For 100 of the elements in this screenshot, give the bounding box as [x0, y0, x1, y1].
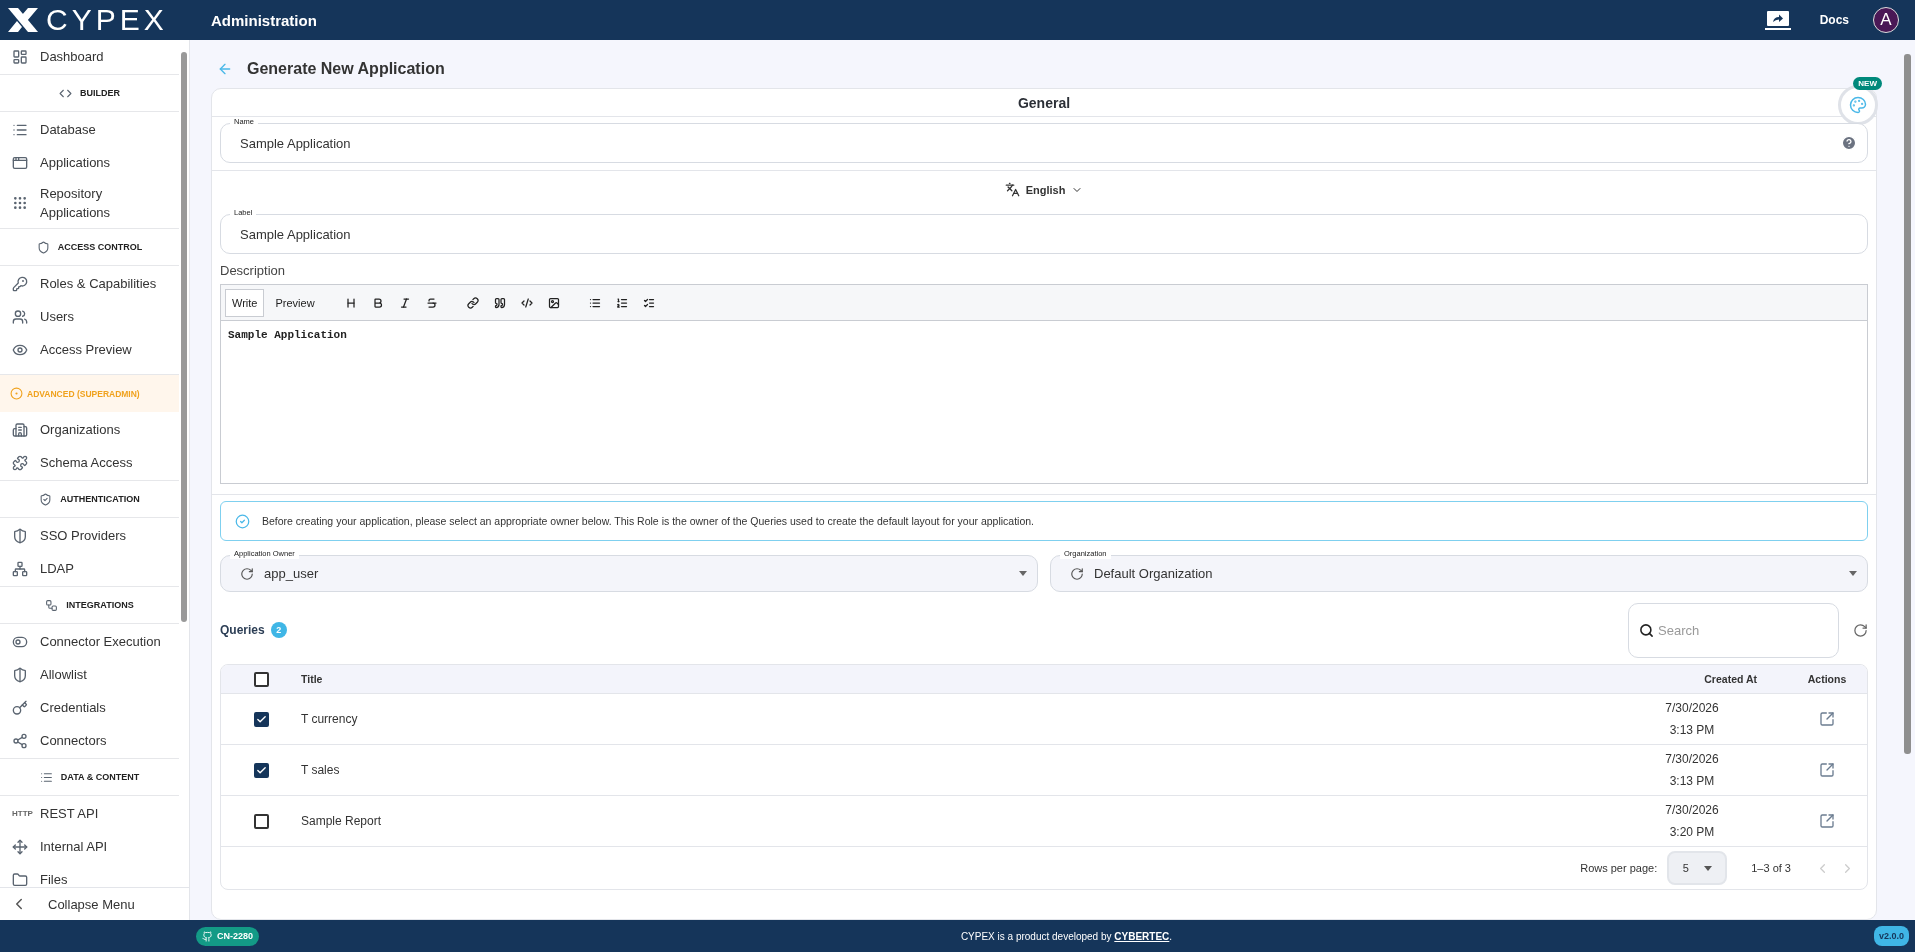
sidebar-item[interactable]: Applications [0, 146, 179, 179]
key-icon [12, 275, 28, 292]
palette-icon [1849, 96, 1867, 114]
language-selector[interactable]: English [998, 181, 1090, 198]
sidebar-item[interactable]: Files [0, 863, 179, 887]
sidebar-item[interactable]: SSO Providers [0, 519, 179, 552]
sidebar-item[interactable]: Credentials [0, 691, 179, 724]
column-header: Title [301, 673, 324, 685]
scrollbar[interactable] [181, 52, 187, 622]
editor-tab[interactable]: Write [225, 288, 265, 317]
rows-per-page-label: Rows per page: [1580, 862, 1658, 874]
table-cell-text: 7/30/2026 3:13 PM [1664, 700, 1720, 739]
shield-icon [12, 527, 28, 544]
key-icon [12, 699, 28, 716]
folder-icon [12, 871, 28, 887]
sidebar-item[interactable]: Roles & Capabilities [0, 267, 179, 300]
section-title: ADVANCED (SUPERADMIN) [27, 388, 140, 399]
table-cell-text: T sales [301, 763, 341, 777]
section-title: BUILDER [80, 88, 120, 98]
puzzle-icon [12, 454, 28, 471]
section-title: INTEGRATIONS [66, 600, 134, 610]
logo-mark-icon [6, 6, 40, 34]
build-badge[interactable]: CN-2280 [196, 926, 260, 946]
checkbox[interactable] [253, 711, 269, 727]
sidebar-item[interactable]: Database [0, 113, 179, 146]
sidebar-item[interactable]: Repository Applications [0, 179, 179, 227]
checkbox[interactable] [253, 813, 269, 829]
dropdown-caret-icon [1849, 571, 1857, 576]
open-external-icon[interactable] [1819, 762, 1835, 778]
table-cell-text: 7/30/2026 3:20 PM [1664, 802, 1720, 841]
arrows-icon [12, 838, 28, 855]
sidebar-item[interactable]: Connectors [0, 724, 179, 757]
grid-icon [12, 195, 28, 211]
sidebar-item[interactable]: Connector Execution [0, 625, 179, 658]
help-icon[interactable] [1841, 135, 1857, 151]
description-label: Description [220, 263, 287, 278]
docs-link[interactable]: Docs [1819, 13, 1849, 27]
section-title: AUTHENTICATION [60, 494, 140, 504]
shield-icon [36, 240, 50, 254]
refresh-icon[interactable] [240, 566, 254, 581]
http-icon: HTTP [12, 807, 34, 820]
open-external-icon[interactable] [1819, 711, 1835, 727]
refresh-button[interactable] [1853, 622, 1868, 638]
sidebar-item[interactable]: Internal API [0, 830, 179, 863]
check-icon [255, 713, 267, 725]
column-header: Actions [1806, 673, 1848, 685]
section-heading: General [1017, 94, 1071, 111]
checkbox[interactable] [253, 762, 269, 778]
hierarchy-icon [12, 560, 28, 577]
footer-text: CYPEX is a product developed by CYBERTEC. [959, 930, 1174, 942]
check-icon [255, 764, 267, 776]
editor-tab[interactable]: Preview [268, 288, 322, 317]
shield-icon [12, 666, 28, 683]
logo-text: CYPEX [46, 5, 168, 35]
dropdown-caret-icon [1019, 571, 1027, 576]
label-field[interactable]: Sample Application [220, 214, 1868, 254]
caret-icon [1703, 865, 1712, 871]
table-cell-text: Sample Report [301, 814, 383, 828]
sidebar-item[interactable]: Organizations [0, 413, 179, 446]
sidebar-item[interactable]: Schema Access [0, 446, 179, 479]
shield-icon [39, 492, 53, 506]
queries-title: Queries [220, 623, 265, 637]
app-icon [12, 154, 28, 171]
table-cell-text: T currency [301, 712, 359, 726]
laptop-share-icon[interactable] [1763, 9, 1792, 31]
rows-per-page-select[interactable]: 5 [1667, 851, 1728, 885]
user-avatar[interactable]: A [1873, 7, 1899, 33]
version-badge: v2.0.0 [1873, 926, 1909, 946]
sidebar-item[interactable]: HTTP REST API [0, 797, 179, 830]
count-badge: 2 [270, 622, 287, 638]
sidebar-item[interactable]: Allowlist [0, 658, 179, 691]
search-icon [1639, 622, 1654, 638]
column-header: Created At [1703, 673, 1758, 685]
description-input[interactable]: Sample Application [221, 321, 1867, 483]
page-title: Generate New Application [247, 60, 445, 78]
sidebar-item[interactable]: Dashboard [0, 40, 179, 73]
section-title: DATA & CONTENT [60, 772, 140, 782]
translate-icon [1004, 182, 1020, 197]
dashboard-icon [12, 48, 28, 65]
network-icon [12, 732, 28, 749]
refresh-icon[interactable] [1070, 566, 1084, 581]
palette-button[interactable] [1838, 85, 1878, 125]
table-cell-text: 7/30/2026 3:13 PM [1664, 751, 1720, 790]
sidebar-item[interactable]: Access Preview [0, 333, 179, 366]
checkbox[interactable] [253, 671, 269, 687]
page-range: 1–3 of 3 [1751, 862, 1791, 874]
sidebar-item[interactable]: Users [0, 300, 179, 333]
check-circle-icon [235, 513, 250, 529]
dot-icon [10, 387, 23, 400]
list-icon [39, 770, 53, 784]
name-field[interactable]: Sample Application [220, 123, 1868, 163]
open-external-icon[interactable] [1819, 813, 1835, 829]
scrollbar[interactable] [1904, 54, 1911, 754]
header-title: Administration [211, 11, 317, 29]
section-title: ACCESS CONTROL [57, 242, 143, 252]
network-icon [45, 598, 59, 612]
sidebar-item[interactable]: LDAP [0, 552, 179, 585]
users-icon [12, 308, 28, 325]
alert-text: Before creating your application, please select an appropriate owner below. This Role is the owner of the Queries used to create the default layout for your application. [262, 515, 1034, 527]
building-icon [12, 421, 28, 438]
